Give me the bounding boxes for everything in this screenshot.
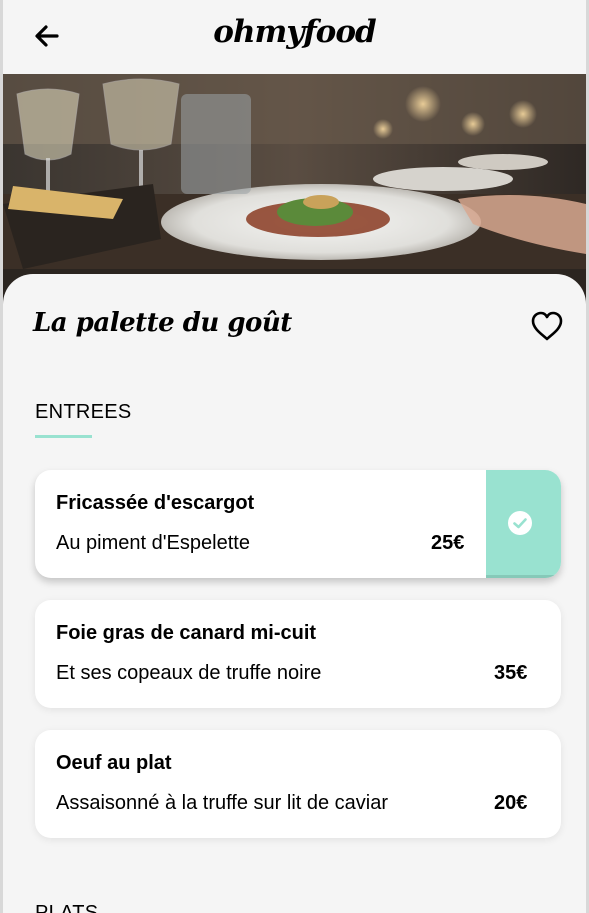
app-header: ohmyfood <box>3 0 586 74</box>
dish-card-selected[interactable]: Fricassée d'escargot Au piment d'Espelet… <box>35 470 561 578</box>
dish-name: Oeuf au plat <box>56 752 172 774</box>
dish-description: Au piment d'Espelette <box>56 532 250 554</box>
dish-price: 20€ <box>494 792 528 814</box>
check-circle-icon <box>508 511 532 535</box>
dish-card[interactable]: Foie gras de canard mi-cuit Et ses copea… <box>35 600 561 708</box>
dish-description: Et ses copeaux de truffe noire <box>56 662 322 684</box>
app-logo[interactable]: ohmyfood <box>3 14 586 50</box>
dish-name: Foie gras de canard mi-cuit <box>56 622 317 644</box>
restaurant-title: La palette du goût <box>33 308 292 338</box>
section-title-entrees: ENTREES <box>35 401 132 423</box>
section-title-plats: PLATS <box>35 902 99 913</box>
heart-icon[interactable] <box>530 310 564 342</box>
selected-indicator <box>486 470 561 578</box>
restaurant-hero-image <box>3 74 586 304</box>
section-underline <box>35 435 92 438</box>
dish-description: Assaisonné à la truffe sur lit de caviar <box>56 792 389 814</box>
restaurant-menu-panel: La palette du goût ENTREES Fricassée d'e… <box>3 274 586 913</box>
dish-card[interactable]: Oeuf au plat Assaisonné à la truffe sur … <box>35 730 561 838</box>
dish-price: 35€ <box>494 662 528 684</box>
dish-name: Fricassée d'escargot <box>56 492 255 514</box>
dish-price: 25€ <box>431 532 465 554</box>
